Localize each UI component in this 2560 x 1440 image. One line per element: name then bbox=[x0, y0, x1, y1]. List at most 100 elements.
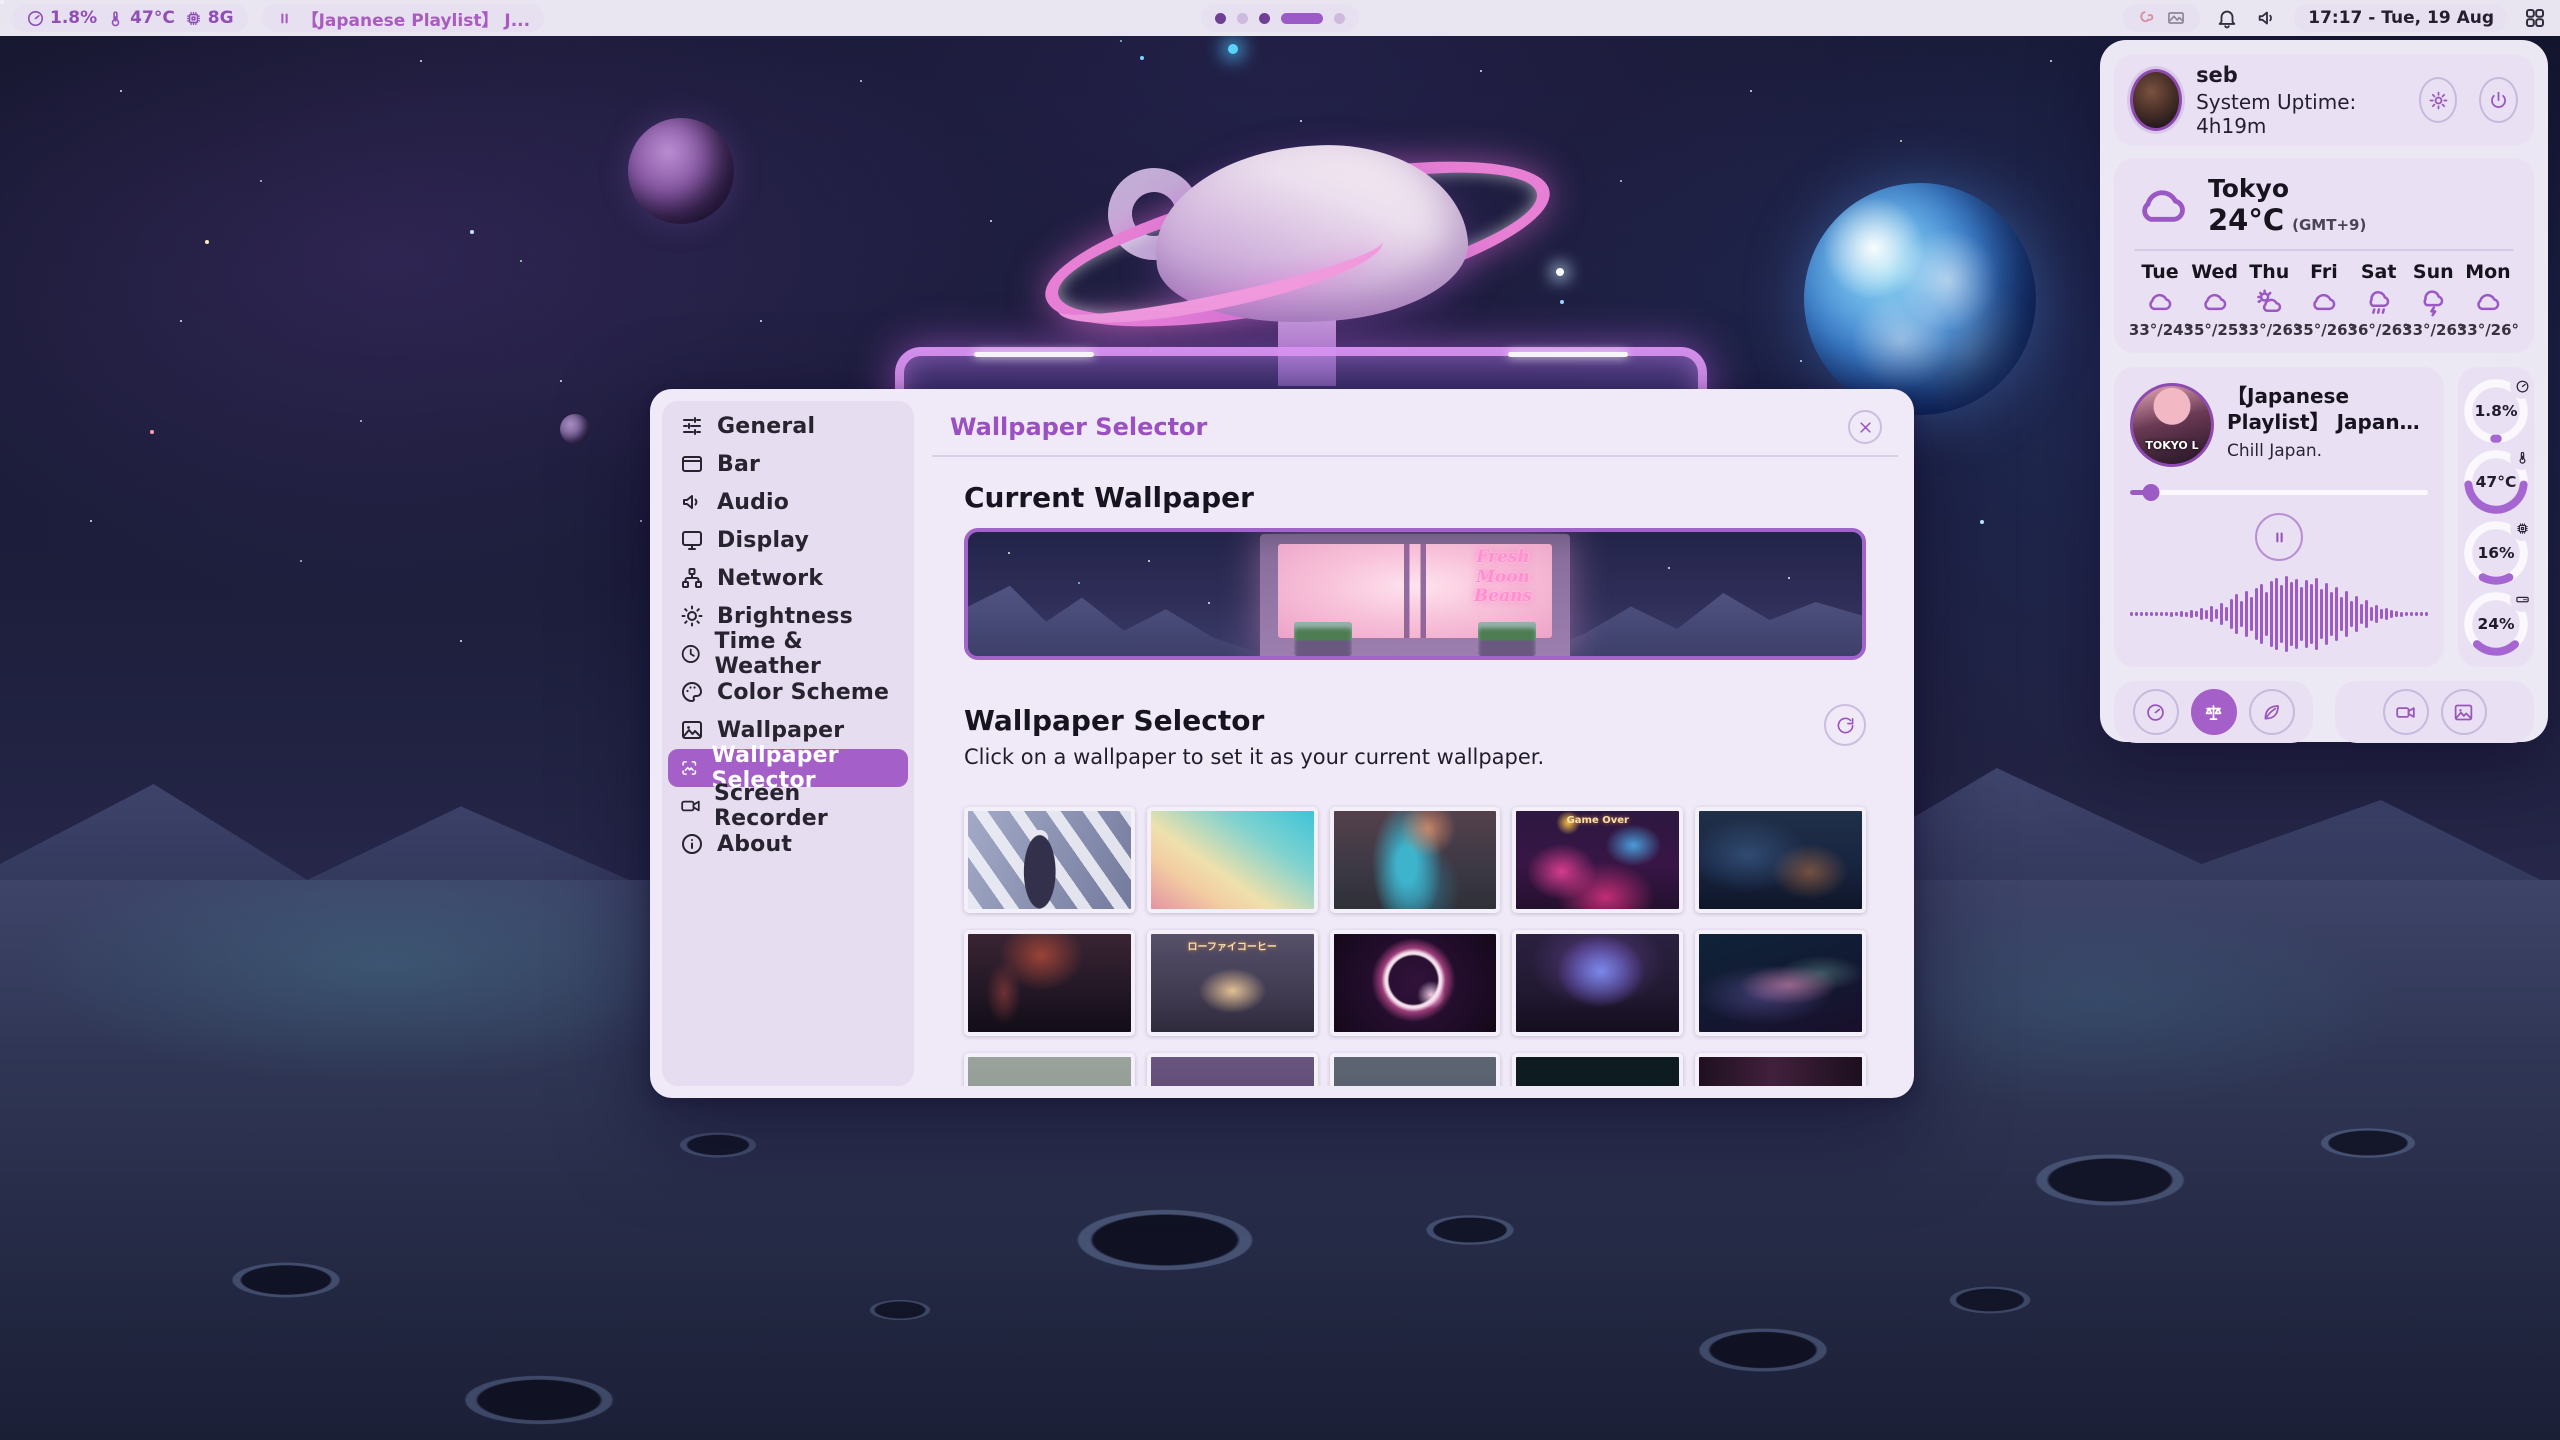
sun-cloud-icon bbox=[2254, 287, 2284, 317]
workspace-2[interactable] bbox=[1237, 13, 1248, 24]
close-button[interactable] bbox=[1848, 410, 1882, 444]
wallpaper-thumb-particle-wave[interactable] bbox=[1695, 930, 1866, 1036]
thumb-sign-text: ローファイコーヒー bbox=[1151, 938, 1314, 953]
window-content: Current Wallpaper Fresh Moon Beans Wallp… bbox=[932, 457, 1898, 1086]
apps-grid-icon bbox=[2523, 6, 2547, 30]
waveform-bar bbox=[2145, 612, 2148, 616]
media-pill[interactable]: 【Japanese Playlist】 J... bbox=[262, 4, 544, 32]
wallpaper-thumb-lofi-coffee-shop[interactable]: ローファイコーヒー bbox=[1147, 930, 1318, 1036]
waveform-bar bbox=[2365, 600, 2368, 628]
current-wallpaper-heading: Current Wallpaper bbox=[964, 481, 1866, 514]
wallpaper-thumb-night-forest[interactable] bbox=[1695, 807, 1866, 913]
profile-performance-button[interactable] bbox=[2133, 689, 2179, 735]
wallpaper-button[interactable] bbox=[2441, 689, 2487, 735]
tray-app-icon[interactable] bbox=[2137, 8, 2157, 28]
forecast-tue: Tue33°/24° bbox=[2134, 261, 2186, 339]
waveform-bar bbox=[2345, 591, 2348, 637]
desktop: 1.8% 47°C 8G 【Japanese Playlist】 J... bbox=[0, 0, 2560, 1440]
temperature: 47°C bbox=[106, 8, 175, 28]
gauge-icon bbox=[26, 9, 45, 28]
waveform-bar bbox=[2190, 610, 2193, 618]
selector-section-header: Wallpaper Selector Click on a wallpaper … bbox=[964, 704, 1866, 769]
user-card: seb System Uptime: 4h19m bbox=[2114, 54, 2534, 146]
sidebar-item-bar[interactable]: Bar bbox=[668, 445, 908, 483]
waveform-bar bbox=[2300, 587, 2303, 641]
wallpaper-thumb-autumn-grove[interactable] bbox=[1147, 1053, 1318, 1086]
weather-city: Tokyo bbox=[2208, 174, 2366, 203]
waveform-bar bbox=[2295, 579, 2298, 649]
stat-ring-disk: 24% bbox=[2464, 592, 2528, 656]
wallpaper-thumb-pastel-gradient[interactable] bbox=[1147, 807, 1318, 913]
waveform-bar bbox=[2160, 612, 2163, 616]
wallpaper-thumb-slate[interactable] bbox=[1330, 1053, 1501, 1086]
wallpaper-thumb-ember-woods[interactable] bbox=[964, 930, 1135, 1036]
weather-temperature: 24°C bbox=[2208, 203, 2284, 237]
workspace-3[interactable] bbox=[1259, 13, 1270, 24]
screen-recorder-button[interactable] bbox=[2383, 689, 2429, 735]
forecast-day: Thu bbox=[2249, 261, 2289, 283]
workspace-4-active[interactable] bbox=[1281, 13, 1323, 24]
profile-balanced-button[interactable] bbox=[2191, 689, 2237, 735]
wallpaper-thumb-deep-teal[interactable] bbox=[1512, 1053, 1683, 1086]
waveform-bar bbox=[2275, 578, 2278, 650]
wallpaper-thumb-neon-arcade[interactable]: Game Over bbox=[1512, 807, 1683, 913]
sidebar-item-general[interactable]: General bbox=[668, 407, 908, 445]
waveform-bar bbox=[2200, 608, 2203, 620]
sidebar-item-audio[interactable]: Audio bbox=[668, 483, 908, 521]
thumb-sign-text: Game Over bbox=[1516, 815, 1679, 826]
forecast-temps: 33°/26° bbox=[2238, 321, 2300, 339]
slider-thumb[interactable] bbox=[2142, 484, 2159, 501]
album-art: TOKYO L bbox=[2130, 383, 2214, 467]
dashboard-toggle-button[interactable] bbox=[2522, 5, 2548, 31]
volume-button[interactable] bbox=[2254, 5, 2280, 31]
pause-button[interactable] bbox=[2255, 513, 2303, 561]
waveform-bar bbox=[2390, 610, 2393, 618]
system-tray[interactable] bbox=[2123, 4, 2200, 32]
media-progress-slider[interactable] bbox=[2130, 483, 2428, 501]
sidebar-item-network[interactable]: Network bbox=[668, 559, 908, 597]
sidebar-item-time-weather[interactable]: Time & Weather bbox=[668, 635, 908, 673]
power-button[interactable] bbox=[2479, 77, 2518, 123]
weather-forecast: Tue33°/24°Wed35°/25°Thu33°/26°Fri35°/26°… bbox=[2134, 261, 2514, 339]
sidebar-item-color-scheme[interactable]: Color Scheme bbox=[668, 673, 908, 711]
wallpaper-thumb-plum-dusk[interactable] bbox=[1695, 1053, 1866, 1086]
waveform-bar bbox=[2385, 608, 2388, 620]
waveform-bar bbox=[2350, 601, 2353, 627]
info-icon bbox=[680, 832, 704, 856]
forecast-wed: Wed35°/25° bbox=[2189, 261, 2241, 339]
disk-icon bbox=[2515, 592, 2530, 607]
wallpaper-thumb-misty-grey[interactable] bbox=[964, 1053, 1135, 1086]
wallpaper-thumb-abstract-blur[interactable] bbox=[1330, 807, 1501, 913]
speaker-icon bbox=[2256, 7, 2278, 29]
brightness-icon bbox=[680, 604, 704, 628]
weather-timezone: (GMT+9) bbox=[2292, 216, 2366, 234]
preview-neon-sign: Fresh Moon Beans bbox=[1464, 548, 1542, 607]
waveform-bar bbox=[2270, 581, 2273, 647]
sidebar-item-screen-recorder[interactable]: Screen Recorder bbox=[668, 787, 908, 825]
workspace-5[interactable] bbox=[1334, 13, 1345, 24]
tray-image-icon[interactable] bbox=[2166, 8, 2186, 28]
wallpaper-thumb-anime-street[interactable] bbox=[964, 807, 1135, 913]
sidebar-item-label: Network bbox=[717, 566, 823, 591]
profile-power-saver-button[interactable] bbox=[2249, 689, 2295, 735]
quick-actions-card bbox=[2335, 681, 2534, 743]
workspace-1[interactable] bbox=[1215, 13, 1226, 24]
forecast-temps: 33°/24° bbox=[2129, 321, 2191, 339]
selector-description: Click on a wallpaper to set it as your c… bbox=[964, 745, 1544, 769]
network-icon bbox=[680, 566, 704, 590]
camera-icon bbox=[2395, 702, 2416, 723]
wallpaper-thumb-nebula-forest[interactable] bbox=[1512, 930, 1683, 1036]
window-header: Wallpaper Selector bbox=[932, 399, 1898, 457]
sidebar-item-label: Display bbox=[717, 528, 809, 553]
waveform-bar bbox=[2235, 594, 2238, 634]
notifications-button[interactable] bbox=[2214, 5, 2240, 31]
user-name: seb bbox=[2196, 63, 2391, 87]
refresh-button[interactable] bbox=[1824, 704, 1866, 746]
media-pill-label: 【Japanese Playlist】 J... bbox=[302, 6, 530, 31]
settings-button[interactable] bbox=[2419, 77, 2458, 123]
wallpaper-thumb-neon-eclipse[interactable] bbox=[1330, 930, 1501, 1036]
thermometer-icon bbox=[106, 9, 125, 28]
system-stats-pill[interactable]: 1.8% 47°C 8G bbox=[12, 4, 248, 32]
clock[interactable]: 17:17 - Tue, 19 Aug bbox=[2294, 4, 2508, 32]
sidebar-item-display[interactable]: Display bbox=[668, 521, 908, 559]
